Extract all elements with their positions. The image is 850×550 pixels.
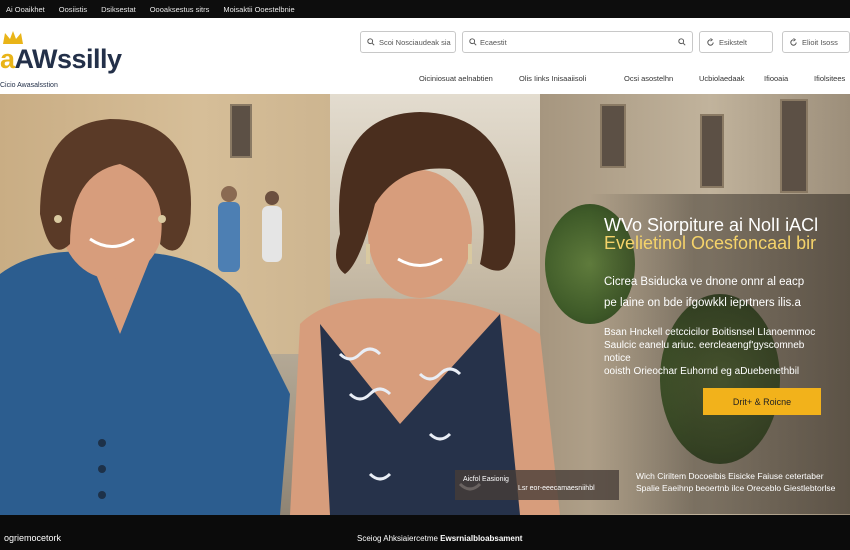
topbar-link[interactable]: Moisaktii Ooestelbnie [223,5,294,14]
topbar-link[interactable]: Dsiksestat [101,5,136,14]
search-icon[interactable] [678,38,686,46]
footer-center-label: Sceiog Ahksiaiercetme [357,534,438,543]
search-field-text: Ecaestit [480,37,507,47]
search-field-4[interactable]: Elioit Isoss [782,31,850,53]
hero-body-text: Bsan Hnckell cetccicilor Boitisnsel LIan… [604,326,850,378]
hero-title: WVo Siorpiture ai NolI iACl Evelietinol … [604,216,850,252]
nav-item[interactable]: Ucbiolaedaak [699,74,744,83]
hero-cta-button[interactable]: Drit+ & Roicne [703,388,821,415]
nav-item[interactable]: Ifiolsitees [814,74,845,83]
topbar-link[interactable]: Oooaksestus sitrs [150,5,210,14]
nav-item[interactable]: Oiciniosuat aelnabtien [419,74,493,83]
logo-wordmark: aAWssilly [0,44,122,74]
hero-title-line-2: Evelietinol Ocesfoncaal bir [604,233,817,253]
refresh-icon [790,37,797,46]
site-footer: ogriemocetork Sceiog Ahksiaiercetme Ewsr… [0,515,850,550]
hero-body-line: Saulcic eanelu ariuc. eercleaengf'gyscom… [604,340,805,351]
nav-item[interactable]: Ifiooaia [764,74,788,83]
hero-banner: WVo Siorpiture ai NolI iACl Evelietinol … [0,94,850,515]
hero-photo-people [0,112,560,515]
search-field-text: Scoi Nosciaudeak sia [379,37,451,47]
site-header: aAWssilly Cicio Awasalsstion Scoi Noscia… [0,18,850,95]
search-icon [469,38,477,46]
hero-body-line: Bsan Hnckell cetccicilor Boitisnsel LIan… [604,327,816,338]
search-field-text: Elioit Isoss [802,37,838,47]
search-field-3[interactable]: Esikstelt [699,31,773,53]
hero-footnote-line: Spalie Eaeihnp beoertnb ilce Oreceblo Gi… [636,483,836,493]
caption-line: Aicfol Easionig [463,476,509,483]
hero-subtitle-line-1: Cicrea Bsiducka ve dnone onnr al eacp [604,276,805,288]
nav-item[interactable]: Ocsi asostelhn [624,74,673,83]
nav-item[interactable]: Olis Iinks Inisaaiisoli [519,74,586,83]
topbar-link[interactable]: Ai Ooaikhet [6,5,45,14]
building-window [700,114,724,188]
top-utility-bar: Ai Ooaikhet Oosiistis Dsiksestat Oooakse… [0,0,850,18]
footer-center-link[interactable]: Ewsrnialbloabsament [440,534,522,543]
search-field-2[interactable]: Ecaestit [462,31,693,53]
hero-subtitle: Cicrea Bsiducka ve dnone onnr al eacp pe… [604,272,850,314]
main-navigation: Oiciniosuat aelnabtien Olis Iinks Inisaa… [0,74,850,88]
search-field-text: Esikstelt [719,37,747,47]
hero-body-line: notice [604,353,631,364]
hero-footnote-line: Wich Ciriltem Docoeibis Eisicke Faiuse c… [636,471,824,481]
footer-left-text[interactable]: ogriemocetork [4,533,61,543]
search-icon [367,38,375,46]
hero-body-line: ooisth Orieochar Euhornd eg aDuebenethbi… [604,366,800,377]
hero-subtitle-line-2: pe laine on bde ifgowkkl ieprtners ilis.… [604,297,801,309]
photo-caption-box: Aicfol Easionig Lsr eor-eeecamaesniihbl [455,470,619,500]
refresh-icon [707,37,714,46]
caption-line: Lsr eor-eeecamaesniihbl [518,485,595,492]
building-window [780,99,808,193]
hero-footnote: Wich Ciriltem Docoeibis Eisicke Faiuse c… [636,470,850,494]
building-window [600,104,626,168]
topbar-link[interactable]: Oosiistis [59,5,87,14]
footer-center-text: Sceiog Ahksiaiercetme Ewsrnialbloabsamen… [357,534,522,543]
search-field-1[interactable]: Scoi Nosciaudeak sia [360,31,456,53]
hero-title-line-1: WVo Siorpiture ai NolI iACl [604,215,819,235]
